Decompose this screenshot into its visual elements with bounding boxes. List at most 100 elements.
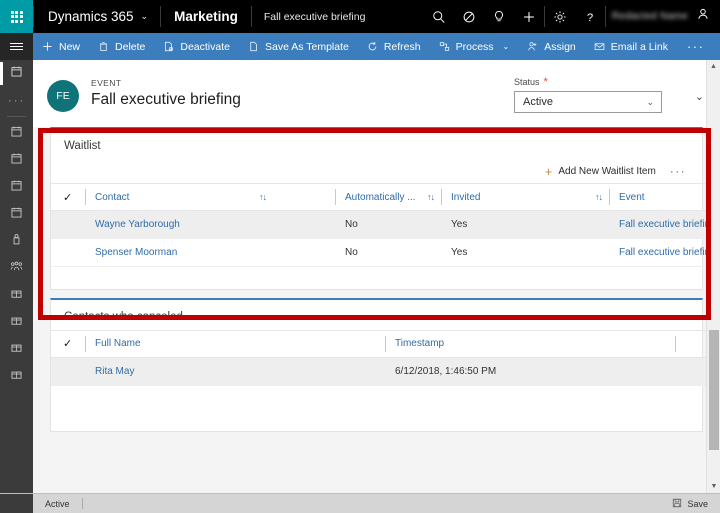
building-icon <box>10 368 23 386</box>
column-header-invited[interactable]: Invited ↑↓ <box>441 183 609 211</box>
cell-invited: Yes <box>441 238 609 267</box>
calendar-icon <box>10 179 23 197</box>
cell-contact[interactable]: Spenser Moorman <box>85 238 335 267</box>
process-icon <box>439 41 450 52</box>
sidebar-item-venue-4[interactable] <box>0 363 33 390</box>
dynamics-365-window: Dynamics 365 ⌄ Marketing Fall executive … <box>0 0 720 513</box>
cell-full-name[interactable]: Rita May <box>85 357 385 386</box>
column-header-event[interactable]: Event ↑↓ <box>609 183 719 211</box>
sidebar-item-calendar-2[interactable] <box>0 147 33 174</box>
deactivate-button[interactable]: Deactivate <box>154 33 239 60</box>
contact-link[interactable]: Wayne Yarborough <box>95 219 180 230</box>
cell-automatically: No <box>335 210 441 239</box>
scrollbar-thumb[interactable] <box>709 330 719 450</box>
quick-create-plus-icon[interactable] <box>514 0 544 33</box>
waitlist-command-bar: + Add New Waitlist Item ··· <box>51 159 702 183</box>
plus-icon: + <box>544 163 553 179</box>
waitlist-overflow-button[interactable]: ··· <box>664 165 686 177</box>
command-overflow-button[interactable]: ··· <box>677 40 715 53</box>
header-collapse-chevron-down-icon[interactable]: ⌄ <box>695 90 704 103</box>
deactivate-label: Deactivate <box>180 40 230 53</box>
column-header-contact[interactable]: Contact <box>85 183 243 211</box>
section-gap <box>50 289 703 298</box>
column-label: Contact <box>95 191 130 203</box>
new-button[interactable]: New <box>33 33 89 60</box>
save-as-template-button[interactable]: Save As Template <box>239 33 358 60</box>
column-header-automatically[interactable]: Automatically ... ↑↓ <box>335 183 441 211</box>
table-row[interactable]: Rita May 6/12/2018, 1:46:50 PM <box>51 357 719 386</box>
column-label: Event <box>619 191 645 203</box>
scroll-down-arrow-icon[interactable]: ▼ <box>707 480 720 493</box>
status-field: Status * Active ⌄ <box>514 77 662 113</box>
checkmark-icon: ✓ <box>63 338 73 350</box>
sidebar-item-calendar-1[interactable] <box>0 120 33 147</box>
brand-dynamics-365[interactable]: Dynamics 365 ⌄ <box>34 0 160 33</box>
scroll-up-arrow-icon[interactable]: ▲ <box>707 60 720 73</box>
row-select-cell[interactable] <box>51 210 85 239</box>
waitlist-select-all[interactable]: ✓ <box>51 183 85 211</box>
email-a-link-label: Email a Link <box>610 40 668 53</box>
full-name-link[interactable]: Rita May <box>95 366 134 377</box>
search-icon[interactable] <box>424 0 454 33</box>
column-header-full-name[interactable]: Full Name <box>85 329 385 358</box>
sidebar-item-calendar-4[interactable] <box>0 201 33 228</box>
record-state-label: Active <box>45 498 70 509</box>
sidebar-item-more[interactable]: ··· <box>0 87 33 113</box>
delete-button[interactable]: Delete <box>89 33 154 60</box>
filter-focus-icon[interactable] <box>454 0 484 33</box>
settings-gear-icon[interactable] <box>545 0 575 33</box>
row-select-cell[interactable] <box>51 238 85 267</box>
column-label: Timestamp <box>395 338 445 349</box>
person-badge-icon <box>10 233 23 251</box>
avatar: FE <box>47 80 79 112</box>
help-question-icon[interactable]: ? <box>575 0 605 33</box>
sidebar-item-sessions[interactable] <box>0 255 33 282</box>
assign-button[interactable]: Assign <box>518 33 585 60</box>
column-label: Full Name <box>95 338 141 349</box>
column-header-timestamp[interactable]: Timestamp <box>385 329 675 358</box>
entity-type-label: EVENT <box>91 78 122 88</box>
row-select-cell[interactable] <box>51 357 85 386</box>
sidebar-item-contact[interactable] <box>0 228 33 255</box>
sidebar-item-calendar-3[interactable] <box>0 174 33 201</box>
waffle-grid-icon[interactable] <box>0 0 33 33</box>
save-button[interactable]: Save <box>672 498 720 510</box>
table-row[interactable]: Wayne Yarborough No Yes Fall executive b… <box>51 210 719 239</box>
refresh-button[interactable]: Refresh <box>358 33 430 60</box>
canceled-select-all[interactable]: ✓ <box>51 329 85 358</box>
contact-link[interactable]: Spenser Moorman <box>95 247 177 258</box>
event-link[interactable]: Fall executive briefing <box>619 219 716 230</box>
chevron-down-icon: ⌄ <box>140 11 149 21</box>
cell-event[interactable]: Fall executive briefing <box>609 238 719 267</box>
user-account[interactable]: Redacted Name <box>606 0 720 33</box>
cell-contact[interactable]: Wayne Yarborough <box>85 210 335 239</box>
process-button[interactable]: Process ⌄ <box>430 33 519 60</box>
save-disk-icon <box>672 498 682 510</box>
sidebar-item-venue-3[interactable] <box>0 336 33 363</box>
cell-timestamp: 6/12/2018, 1:46:50 PM <box>385 357 675 386</box>
waitlist-sort-contact[interactable]: ↑↓ <box>243 183 335 211</box>
app-name-marketing[interactable]: Marketing <box>161 0 251 33</box>
left-navigation-rail: ··· <box>0 60 33 513</box>
sidebar-item-venue-1[interactable] <box>0 282 33 309</box>
status-select[interactable]: Active ⌄ <box>514 91 662 113</box>
sidebar-item-venue-2[interactable] <box>0 309 33 336</box>
calendar-icon <box>10 65 23 83</box>
sidebar-item-calendar-active[interactable] <box>0 60 33 87</box>
status-bar: Active Save <box>0 493 720 513</box>
event-link[interactable]: Fall executive briefing <box>619 247 716 258</box>
lightbulb-icon[interactable] <box>484 0 514 33</box>
email-a-link-button[interactable]: Email a Link <box>585 33 677 60</box>
sort-icon: ↑↓ <box>595 192 603 202</box>
table-row[interactable]: Spenser Moorman No Yes Fall executive br… <box>51 238 719 267</box>
save-label: Save <box>687 498 708 509</box>
email-link-icon <box>594 41 605 52</box>
building-icon <box>10 314 23 332</box>
required-marker: * <box>543 76 548 88</box>
add-new-waitlist-item-button[interactable]: + Add New Waitlist Item <box>537 160 664 182</box>
cell-event[interactable]: Fall executive briefing <box>609 210 719 239</box>
people-group-icon <box>10 260 23 278</box>
hamburger-menu-icon[interactable] <box>0 33 33 60</box>
breadcrumb-record-name[interactable]: Fall executive briefing <box>252 0 378 33</box>
form-vertical-scrollbar[interactable]: ▲ ▼ <box>706 60 720 493</box>
